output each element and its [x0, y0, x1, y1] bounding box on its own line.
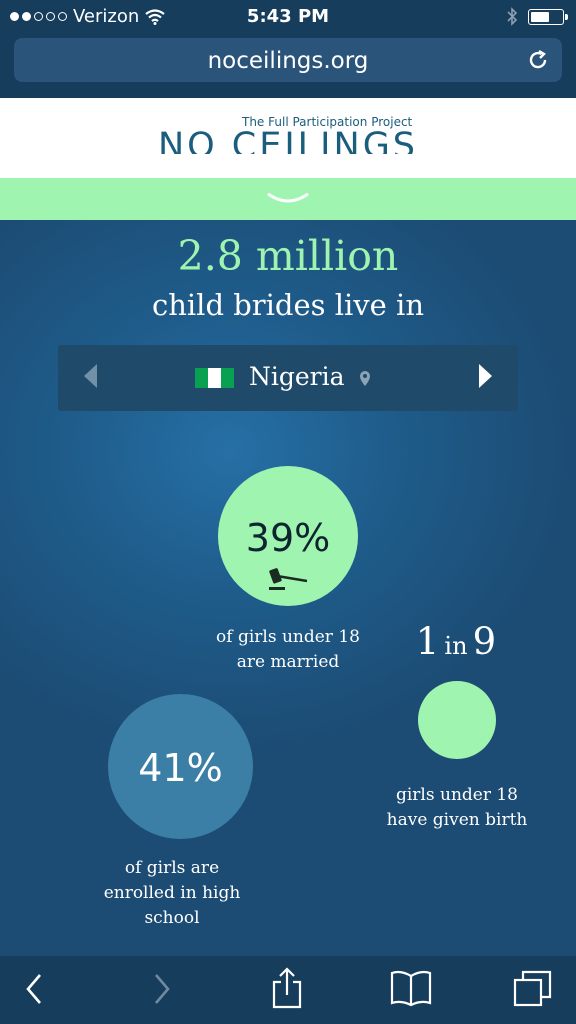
married-caption: of girls under 18 are married [216, 627, 360, 672]
main-content: 2.8 million child brides live in Nigeria… [0, 220, 576, 956]
headline-subtitle: child brides live in [151, 288, 425, 322]
previous-country-arrow-icon[interactable] [84, 364, 97, 388]
tabs-icon[interactable] [512, 968, 554, 1008]
menu-toggle-bar[interactable] [0, 178, 576, 220]
school-caption: of girls are enrolled in high school [103, 858, 241, 928]
headline-stat: 2.8 million [177, 232, 399, 280]
url-text[interactable]: noceilings.org [14, 48, 562, 74]
birth-caption: girls under 18 have given birth [386, 785, 528, 830]
married-percentage: 39% [245, 516, 331, 560]
clock: 5:43 PM [246, 6, 330, 27]
bookmarks-icon[interactable] [389, 968, 433, 1008]
chevron-down-icon[interactable] [266, 190, 310, 206]
battery-icon [528, 8, 568, 25]
status-bar: Verizon 5:43 PM [0, 0, 576, 34]
country-selector[interactable]: Nigeria [58, 345, 518, 411]
married-stat-circle: 39% [218, 466, 358, 606]
reload-icon[interactable] [526, 48, 550, 72]
next-country-arrow-icon[interactable] [479, 364, 492, 388]
school-percentage: 41% [138, 746, 223, 790]
birth-ratio: 1 in 9 [415, 620, 497, 663]
forward-icon[interactable] [152, 972, 172, 1006]
site-header: The Full Participation Project NO CEILIN… [0, 98, 576, 178]
share-icon[interactable] [270, 966, 304, 1010]
location-pin-icon[interactable] [359, 370, 371, 387]
birth-stat-circle [418, 681, 496, 759]
back-icon[interactable] [24, 972, 44, 1006]
site-logo[interactable]: NO CEILINGS [0, 126, 576, 154]
nigeria-flag-icon [195, 368, 234, 388]
school-stat-circle: 41% [108, 694, 253, 839]
browser-toolbar-top: noceilings.org [0, 34, 576, 98]
gavel-icon [269, 568, 308, 590]
bluetooth-icon [507, 7, 518, 26]
browser-toolbar-bottom [0, 956, 576, 1024]
country-name[interactable]: Nigeria [249, 362, 345, 391]
url-bar[interactable]: noceilings.org [14, 38, 562, 82]
